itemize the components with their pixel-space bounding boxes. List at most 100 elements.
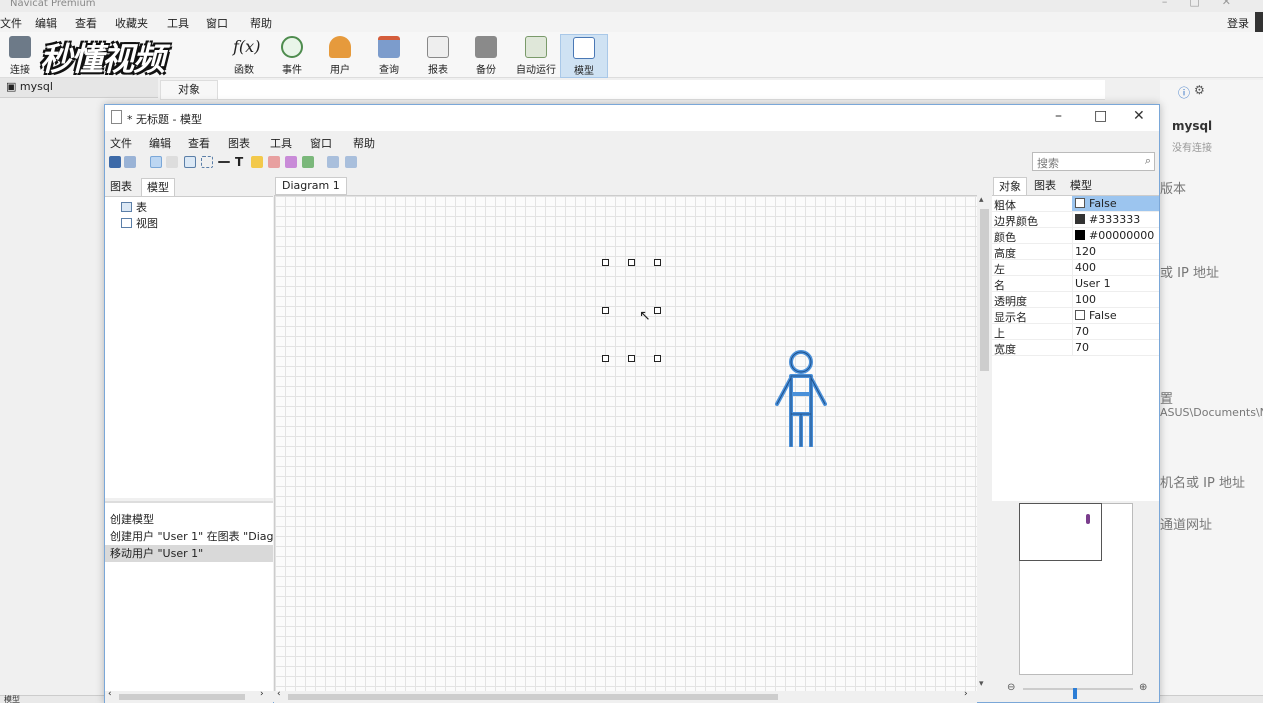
image-icon[interactable] xyxy=(268,156,280,168)
text-icon[interactable]: T xyxy=(235,156,247,168)
layer-icon[interactable] xyxy=(302,156,314,168)
ribbon-auto-run-button[interactable]: 自动运行 xyxy=(511,34,561,78)
property-row-width[interactable]: 宽度 70 xyxy=(992,340,1159,356)
list-item[interactable]: 移动用户 "User 1" xyxy=(105,545,273,562)
checkbox[interactable] xyxy=(1075,310,1085,320)
ribbon-query-button[interactable]: 查询 xyxy=(365,34,413,78)
property-value[interactable]: #333333 xyxy=(1075,213,1140,226)
property-row-name[interactable]: 名 User 1 xyxy=(992,276,1159,292)
note-icon[interactable] xyxy=(251,156,263,168)
resize-handle[interactable] xyxy=(654,307,661,314)
menu-tools[interactable]: 工具 xyxy=(167,15,189,31)
ribbon-report-button[interactable]: 报表 xyxy=(414,34,462,78)
menu-edit[interactable]: 编辑 xyxy=(35,15,57,31)
menu-view[interactable]: 查看 xyxy=(75,15,97,31)
resize-handle[interactable] xyxy=(654,355,661,362)
ribbon-backup-button[interactable]: 备份 xyxy=(462,34,510,78)
property-row-bold[interactable]: 粗体 False xyxy=(992,196,1159,212)
mw-menu-edit[interactable]: 编辑 xyxy=(149,135,171,151)
resize-handle[interactable] xyxy=(602,355,609,362)
checkbox[interactable] xyxy=(1075,198,1085,208)
tab-model-props[interactable]: 模型 xyxy=(1065,177,1097,195)
ribbon-event-button[interactable]: 事件 xyxy=(268,34,316,78)
scroll-down-arrow[interactable]: ▾ xyxy=(979,679,984,689)
property-value[interactable]: 120 xyxy=(1075,245,1096,258)
property-row-show-name[interactable]: 显示名 False xyxy=(992,308,1159,324)
zoom-in-icon[interactable]: ⊕ xyxy=(1139,682,1147,693)
menu-file[interactable]: 文件 xyxy=(0,15,22,31)
scroll-up-arrow[interactable]: ▴ xyxy=(979,195,984,205)
list-item[interactable]: 创建模型 xyxy=(105,511,273,528)
copy-icon[interactable] xyxy=(124,156,136,168)
list-item[interactable]: 创建用户 "User 1" 在图表 "Diagram 1" xyxy=(105,528,273,545)
search-input[interactable]: 搜索 ⌕ xyxy=(1032,152,1155,171)
scroll-right-arrow[interactable]: › xyxy=(964,689,968,699)
property-value[interactable]: 70 xyxy=(1075,325,1089,338)
settings-icon[interactable]: ⚙ xyxy=(1194,83,1205,97)
property-row-left[interactable]: 左 400 xyxy=(992,260,1159,276)
property-value[interactable]: 400 xyxy=(1075,261,1096,274)
resize-handle[interactable] xyxy=(654,259,661,266)
login-button[interactable]: 登录 xyxy=(1227,15,1249,31)
sidebar-item-mysql[interactable]: ▣ mysql xyxy=(6,80,53,93)
menu-help[interactable]: 帮助 xyxy=(250,15,272,31)
zoom-slider-knob[interactable] xyxy=(1073,688,1077,699)
scroll-left-arrow[interactable]: ‹ xyxy=(277,689,281,699)
mw-menu-help[interactable]: 帮助 xyxy=(353,135,375,151)
property-row-border-color[interactable]: 边界颜色 #333333 xyxy=(992,212,1159,228)
resize-handle[interactable] xyxy=(602,307,609,314)
scroll-thumb[interactable] xyxy=(980,209,989,371)
hand-icon[interactable] xyxy=(166,156,178,168)
property-value[interactable]: User 1 xyxy=(1075,277,1111,290)
align-right-icon[interactable] xyxy=(345,156,357,168)
mw-menu-view[interactable]: 查看 xyxy=(188,135,210,151)
property-row-top[interactable]: 上 70 xyxy=(992,324,1159,340)
maximize-button[interactable]: □ xyxy=(1094,108,1107,124)
mw-menu-window[interactable]: 窗口 xyxy=(310,135,332,151)
zoom-slider[interactable] xyxy=(1023,688,1133,699)
property-value[interactable]: False xyxy=(1075,309,1117,322)
scroll-thumb[interactable] xyxy=(119,694,245,700)
overview-viewport[interactable] xyxy=(1019,503,1102,561)
zoom-out-icon[interactable]: ⊖ xyxy=(1007,682,1015,693)
mw-menu-file[interactable]: 文件 xyxy=(110,135,132,151)
tab-object[interactable]: 对象 xyxy=(993,177,1027,195)
property-row-opacity[interactable]: 透明度 100 xyxy=(992,292,1159,308)
scroll-thumb[interactable] xyxy=(288,694,778,700)
tab-diagram-1[interactable]: Diagram 1 xyxy=(275,177,347,195)
property-value[interactable]: 70 xyxy=(1075,341,1089,354)
mw-menu-diagram[interactable]: 图表 xyxy=(228,135,250,151)
menu-favorites[interactable]: 收藏夹 xyxy=(115,15,148,31)
scroll-right-arrow[interactable]: › xyxy=(260,689,264,699)
app-window-controls[interactable]: –□✕ xyxy=(1162,0,1253,7)
save-icon[interactable] xyxy=(109,156,121,168)
user-figure[interactable] xyxy=(775,350,827,448)
tab-model[interactable]: 模型 xyxy=(141,178,175,196)
menu-window[interactable]: 窗口 xyxy=(206,15,228,31)
view-icon[interactable] xyxy=(201,156,213,168)
diagram-canvas[interactable]: ↖ xyxy=(274,195,977,691)
resize-handle[interactable] xyxy=(628,355,635,362)
history-scrollbar[interactable]: ‹ › xyxy=(105,689,273,703)
property-value[interactable]: #00000000 xyxy=(1075,229,1154,242)
property-row-height[interactable]: 高度 120 xyxy=(992,244,1159,260)
scroll-left-arrow[interactable]: ‹ xyxy=(108,689,112,699)
canvas-vertical-scrollbar[interactable]: ▴ ▾ xyxy=(977,195,991,691)
ribbon-model-button[interactable]: 模型 xyxy=(560,34,608,78)
tree-item-views[interactable]: 视图 xyxy=(121,215,158,231)
property-row-color[interactable]: 颜色 #00000000 xyxy=(992,228,1159,244)
mw-menu-tools[interactable]: 工具 xyxy=(270,135,292,151)
tree-item-tables[interactable]: 表 xyxy=(121,199,147,215)
canvas-horizontal-scrollbar[interactable]: ‹ › xyxy=(274,689,977,703)
ribbon-connect-button[interactable]: 连接 xyxy=(0,34,44,78)
info-icon[interactable]: ⓘ xyxy=(1178,84,1190,101)
tab-diagram[interactable]: 图表 xyxy=(105,178,137,196)
ribbon-user-button[interactable]: 用户 xyxy=(316,34,364,78)
shape-icon[interactable] xyxy=(285,156,297,168)
table-icon[interactable] xyxy=(184,156,196,168)
relation-icon[interactable] xyxy=(218,161,230,163)
resize-handle[interactable] xyxy=(628,259,635,266)
tab-objects[interactable]: 对象 xyxy=(160,80,218,100)
resize-handle[interactable] xyxy=(602,259,609,266)
tab-diagram-props[interactable]: 图表 xyxy=(1029,177,1061,195)
